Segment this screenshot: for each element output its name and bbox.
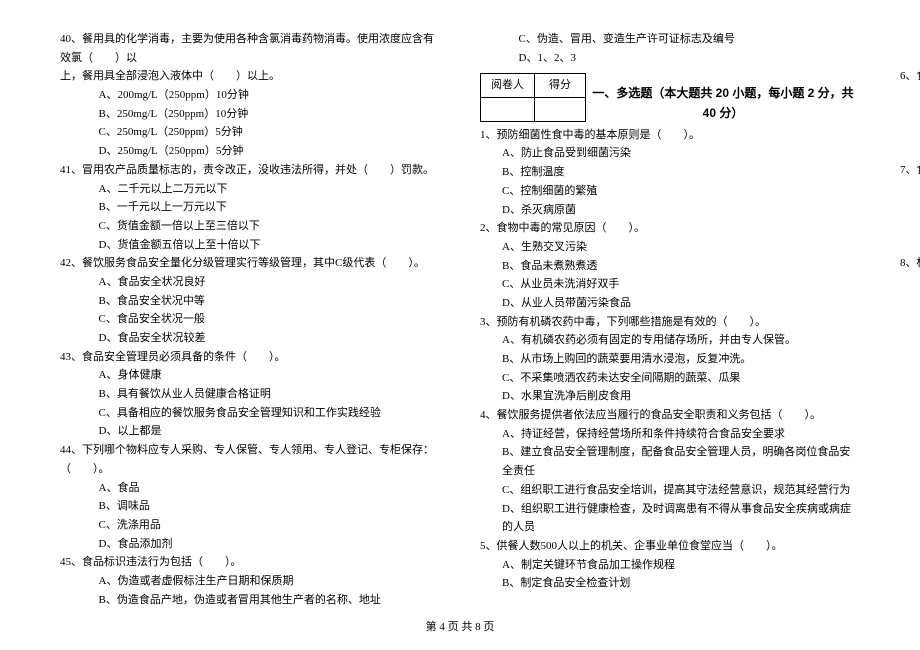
m5-opt-b: B、制定食品安全检查计划 — [502, 574, 860, 593]
q42-opt-b: B、食品安全状况中等 — [99, 292, 441, 311]
m5-opt-a: A、制定关键环节食品加工操作规程 — [502, 556, 860, 575]
m3-opt-a: A、有机磷农药必须有固定的专用储存场所，并由专人保管。 — [502, 331, 860, 350]
q40-stem-line1: 40、餐用具的化学消毒，主要为使用各种含氯消毒药物消毒。使用浓度应含有效氯（ ）… — [60, 30, 440, 67]
m3-opt-c: C、不采集喷洒农药未达安全间隔期的蔬菜、瓜果 — [502, 369, 860, 388]
section-header-row: 阅卷人 得分 一、多选题（本大题共 20 小题，每小题 2 分，共 40 分） — [480, 67, 860, 125]
q41-opt-a: A、二千元以上二万元以下 — [99, 180, 441, 199]
m1-opt-d: D、杀灭病原菌 — [502, 201, 860, 220]
m4-opt-d: D、组织职工进行健康检查，及时调离患有不得从事食品安全疾病或病症的人员 — [502, 500, 860, 537]
q45-opt-c: C、伪造、冒用、变造生产许可证标志及编号 — [519, 30, 861, 49]
m2-opt-b: B、食品未煮熟煮透 — [502, 257, 860, 276]
q44-opt-a: A、食品 — [99, 479, 441, 498]
m7-stem: 7、食品加工过程中，下列哪些情况可造成食品被细菌污染（ ）。 — [900, 161, 920, 180]
q44-opt-b: B、调味品 — [99, 497, 441, 516]
q44-stem: 44、下列哪个物料应专人采购、专人保管、专人领用、专人登记、专柜保存：（ ）。 — [60, 441, 440, 478]
m1-stem: 1、预防细菌性食中毒的基本原则是（ ）。 — [480, 126, 860, 145]
page-footer: 第 4 页 共 8 页 — [60, 618, 860, 637]
m2-opt-a: A、生熟交叉污染 — [502, 238, 860, 257]
m1-opt-a: A、防止食品受到细菌污染 — [502, 144, 860, 163]
q42-stem: 42、餐饮服务食品安全量化分级管理实行等级管理，其中C级代表（ ）。 — [60, 254, 440, 273]
m4-opt-c: C、组织职工进行食品安全培训，提高其守法经营意识，规范其经营行为 — [502, 481, 860, 500]
m1-opt-b: B、控制温度 — [502, 163, 860, 182]
q43-opt-c: C、具备相应的餐饮服务食品安全管理知识和工作实践经验 — [99, 404, 441, 423]
q44-opt-d: D、食品添加剂 — [99, 535, 441, 554]
q41-opt-c: C、货值金额一倍以上至三倍以下 — [99, 217, 441, 236]
q45-opt-b: B、伪造食品产地，伪造或者冒用其他生产者的名称、地址 — [99, 591, 441, 610]
exam-page: 40、餐用具的化学消毒，主要为使用各种含氯消毒药物消毒。使用浓度应含有效氯（ ）… — [60, 30, 860, 610]
q44-opt-c: C、洗涤用品 — [99, 516, 441, 535]
q42-opt-a: A、食品安全状况良好 — [99, 273, 441, 292]
q42-opt-d: D、食品安全状况较差 — [99, 329, 441, 348]
q43-opt-d: D、以上都是 — [99, 422, 441, 441]
m2-opt-d: D、从业人员带菌污染食品 — [502, 294, 860, 313]
m5-stem: 5、供餐人数500人以上的机关、企事业单位食堂应当（ ）。 — [480, 537, 860, 556]
m2-stem: 2、食物中毒的常见原因（ ）。 — [480, 219, 860, 238]
section-title: 一、多选题（本大题共 20 小题，每小题 2 分，共 40 分） — [586, 83, 860, 124]
score-header-points: 得分 — [535, 74, 586, 98]
q43-opt-b: B、具有餐饮从业人员健康合格证明 — [99, 385, 441, 404]
m1-opt-c: C、控制细菌的繁殖 — [502, 182, 860, 201]
q40-stem-line2: 上，餐用具全部浸泡入液体中（ ）以上。 — [60, 67, 440, 86]
q41-opt-d: D、货值金额五倍以上至十倍以下 — [99, 236, 441, 255]
m3-opt-b: B、从市场上购回的蔬菜要用清水浸泡，反复冲洗。 — [502, 350, 860, 369]
m6-stem: 6、食品安全信用档案内容包括（ ）。 — [900, 67, 920, 86]
m3-stem: 3、预防有机磷农药中毒，下列哪些措施是有效的（ ）。 — [480, 313, 860, 332]
q45-opt-a: A、伪造或者虚假标注生产日期和保质期 — [99, 572, 441, 591]
score-header-reviewer: 阅卷人 — [481, 74, 535, 98]
q40-opt-d: D、250mg/L（250ppm）5分钟 — [99, 142, 441, 161]
m2-opt-c: C、从业员未洗消好双手 — [502, 275, 860, 294]
q43-opt-a: A、身体健康 — [99, 366, 441, 385]
q45-opt-d: D、1、2、3 — [519, 49, 861, 68]
q43-stem: 43、食品安全管理员必须具备的条件（ ）。 — [60, 348, 440, 367]
q45-stem: 45、食品标识违法行为包括（ ）。 — [60, 553, 440, 572]
score-cell-reviewer[interactable] — [481, 98, 535, 122]
m4-stem: 4、餐饮服务提供者依法应当履行的食品安全职责和义务包括（ ）。 — [480, 406, 860, 425]
m3-opt-d: D、水果宜洗净后削皮食用 — [502, 387, 860, 406]
m4-opt-a: A、持证经营，保持经营场所和条件持续符合食品安全要求 — [502, 425, 860, 444]
q40-opt-c: C、250mg/L（250ppm）5分钟 — [99, 123, 441, 142]
q40-opt-a: A、200mg/L（250ppm）10分钟 — [99, 86, 441, 105]
q41-opt-b: B、一千元以上一万元以下 — [99, 198, 441, 217]
q41-stem: 41、冒用农产品质量标志的，责令改正，没收违法所得，并处（ ）罚款。 — [60, 161, 440, 180]
q42-opt-c: C、食品安全状况一般 — [99, 310, 441, 329]
m8-stem: 8、标识的标注方法正确的是：（ ）。 — [900, 254, 920, 273]
score-table: 阅卷人 得分 — [480, 73, 586, 121]
score-cell-points[interactable] — [535, 98, 586, 122]
q40-opt-b: B、250mg/L（250ppm）10分钟 — [99, 105, 441, 124]
m4-opt-b: B、建立食品安全管理制度，配备食品安全管理人员，明确各岗位食品安全责任 — [502, 443, 860, 480]
